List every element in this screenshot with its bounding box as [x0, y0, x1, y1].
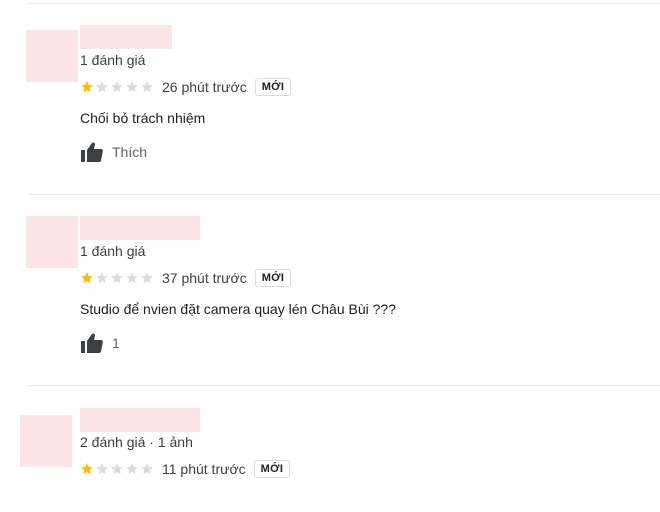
- thumbs-up-icon: [81, 333, 103, 353]
- new-badge: MỚI: [253, 460, 291, 478]
- redacted-reviewer-name[interactable]: [80, 216, 200, 240]
- thumbs-up-icon: [81, 142, 103, 162]
- review-time: 11 phút trước: [162, 461, 246, 477]
- reviewer-stats: 1 đánh giá: [80, 52, 146, 68]
- review-text: Studio để nvien đặt camera quay lén Châu…: [80, 301, 396, 317]
- star-rating: [80, 271, 154, 285]
- redacted-avatar[interactable]: [26, 216, 78, 268]
- star-empty-icon: [141, 463, 153, 475]
- star-empty-icon: [96, 272, 108, 284]
- redacted-avatar[interactable]: [26, 30, 78, 82]
- review-time: 26 phút trước: [162, 79, 247, 95]
- review-time: 37 phút trước: [162, 270, 247, 286]
- divider: [28, 194, 660, 195]
- reviews-page: 1 đánh giá 26 phút trước MỚI Chối bỏ trá…: [0, 0, 660, 512]
- star-rating: [80, 462, 154, 476]
- star-empty-icon: [96, 81, 108, 93]
- star-empty-icon: [141, 272, 153, 284]
- reviewer-stats: 2 đánh giá · 1 ảnh: [80, 434, 193, 450]
- star-empty-icon: [126, 272, 138, 284]
- star-filled-icon: [81, 272, 93, 284]
- like-count: 1: [112, 335, 120, 351]
- like-button[interactable]: Thích: [80, 140, 147, 164]
- divider: [28, 385, 660, 386]
- redacted-avatar[interactable]: [20, 415, 72, 467]
- star-filled-icon: [81, 81, 93, 93]
- review-text: Chối bỏ trách nhiệm: [80, 110, 206, 126]
- star-empty-icon: [111, 81, 123, 93]
- reviewer-stats: 1 đánh giá: [80, 243, 146, 259]
- divider: [28, 3, 660, 4]
- star-rating: [80, 80, 154, 94]
- star-filled-icon: [81, 463, 93, 475]
- rating-row: 26 phút trước MỚI: [80, 76, 292, 98]
- star-empty-icon: [96, 463, 108, 475]
- new-badge: MỚI: [254, 78, 292, 96]
- new-badge: MỚI: [254, 269, 292, 287]
- like-button[interactable]: 1: [80, 331, 120, 355]
- redacted-reviewer-name[interactable]: [80, 408, 200, 432]
- star-empty-icon: [111, 463, 123, 475]
- rating-row: 37 phút trước MỚI: [80, 267, 292, 289]
- star-empty-icon: [126, 81, 138, 93]
- like-label: Thích: [112, 144, 148, 160]
- star-empty-icon: [141, 81, 153, 93]
- rating-row: 11 phút trước MỚI: [80, 458, 291, 480]
- star-empty-icon: [126, 463, 138, 475]
- redacted-reviewer-name[interactable]: [80, 25, 172, 49]
- star-empty-icon: [111, 272, 123, 284]
